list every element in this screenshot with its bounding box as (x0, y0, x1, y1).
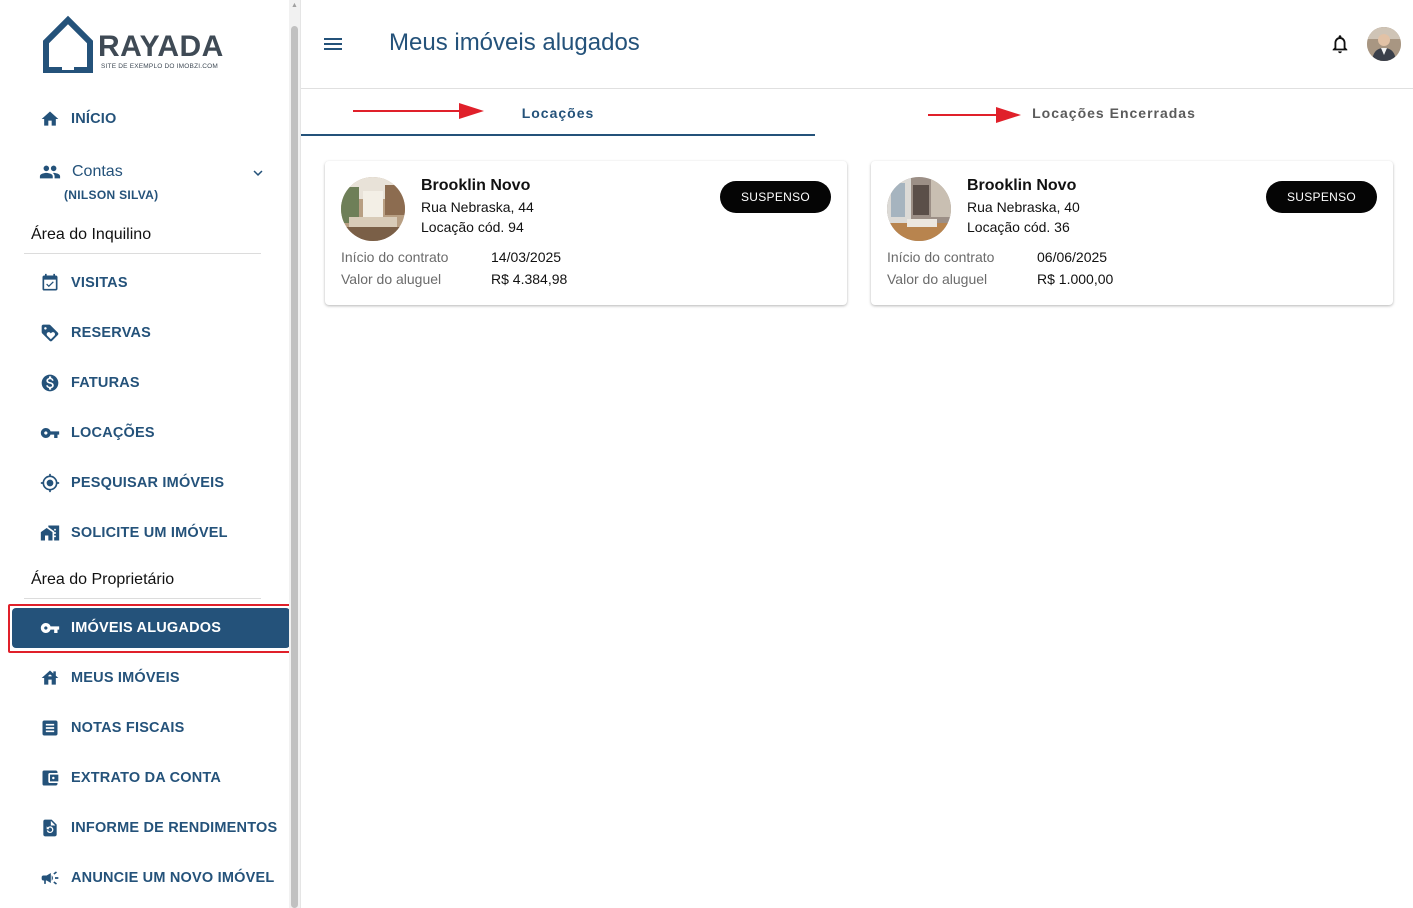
section-proprietario: Área do Proprietário (31, 571, 175, 588)
property-title: Brooklin Novo (967, 177, 1077, 194)
menu-toggle-button[interactable] (321, 32, 345, 56)
contract-start-value: 14/03/2025 (491, 249, 562, 265)
sidebar-item-anuncie-imovel[interactable]: ANUNCIE UM NOVO IMÓVEL (12, 858, 290, 898)
sidebar-item-locacoes[interactable]: LOCAÇÕES (12, 413, 290, 453)
notifications-button[interactable] (1329, 33, 1351, 55)
sidebar-item-label: PESQUISAR IMÓVEIS (71, 475, 225, 491)
contract-start-label: Início do contrato (887, 249, 995, 265)
property-address: Rua Nebraska, 44 (421, 199, 534, 215)
sidebar-item-notas-fiscais[interactable]: NOTAS FISCAIS (12, 708, 290, 748)
sidebar-item-label: LOCAÇÕES (71, 425, 155, 441)
rental-card[interactable]: Brooklin Novo Rua Nebraska, 44 Locação c… (325, 161, 847, 305)
home-icon (39, 108, 61, 130)
bell-icon (1332, 35, 1348, 54)
sidebar-item-solicite-imovel[interactable]: SOLICITE UM IMÓVEL (12, 513, 290, 553)
divider (24, 598, 261, 599)
calendar-check-icon (39, 272, 61, 294)
tab-locacoes-encerradas[interactable]: Locações Encerradas (815, 89, 1413, 137)
annotation-arrow (928, 107, 1021, 123)
sidebar-item-label: VISITAS (71, 275, 128, 291)
sidebar-item-label: FATURAS (71, 375, 140, 391)
sidebar-item-visitas[interactable]: VISITAS (12, 263, 290, 303)
megaphone-icon (39, 867, 61, 889)
sidebar-item-informe-rendimentos[interactable]: INFORME DE RENDIMENTOS (12, 808, 290, 848)
active-tab-indicator (301, 134, 815, 136)
page-title: Meus imóveis alugados (389, 29, 640, 56)
rent-label: Valor do aluguel (887, 271, 988, 287)
sidebar-item-reservas[interactable]: RESERVAS (12, 313, 290, 353)
sidebar-item-pesquisar-imoveis[interactable]: PESQUISAR IMÓVEIS (12, 463, 290, 503)
rent-value: R$ 1.000,00 (1037, 271, 1114, 287)
property-photo (887, 177, 951, 241)
status-badge: SUSPENSO (720, 181, 831, 213)
avatar[interactable] (1367, 27, 1401, 61)
status-badge: SUSPENSO (1266, 181, 1377, 213)
sidebar-item-meus-imoveis[interactable]: MEUS IMÓVEIS (12, 658, 290, 698)
crosshair-icon (39, 472, 61, 494)
house-icon (39, 667, 61, 689)
hamburger-menu-icon (324, 38, 342, 50)
rental-code: Locação cód. 36 (967, 219, 1070, 235)
scroll-up-arrow-icon[interactable]: ▲ (291, 2, 298, 10)
sidebar-item-label: NOTAS FISCAIS (71, 720, 185, 736)
section-inquilino: Área do Inquilino (31, 226, 152, 243)
sidebar-item-label: EXTRATO DA CONTA (71, 770, 222, 786)
sidebar-item-label: MEUS IMÓVEIS (71, 670, 180, 686)
rental-code: Locação cód. 94 (421, 219, 524, 235)
contract-start-label: Início do contrato (341, 249, 449, 265)
document-refresh-icon (39, 817, 61, 839)
contas-user: (NILSON SILVA) (64, 188, 159, 202)
annotation-arrow (353, 103, 484, 119)
sidebar-item-extrato-conta[interactable]: EXTRATO DA CONTA (12, 758, 290, 798)
house-request-icon (39, 522, 61, 544)
contract-start-value: 06/06/2025 (1037, 249, 1108, 265)
receipt-icon (39, 717, 61, 739)
rent-label: Valor do aluguel (341, 271, 442, 287)
property-photo (341, 177, 405, 241)
logo-wordmark: RAYADA (98, 30, 224, 63)
people-icon (39, 165, 61, 179)
rental-card[interactable]: Brooklin Novo Rua Nebraska, 40 Locação c… (871, 161, 1393, 305)
contas-label: Contas (72, 163, 123, 180)
sidebar-item-label: INÍCIO (71, 111, 117, 127)
property-title: Brooklin Novo (421, 177, 531, 194)
sidebar-item-label: IMÓVEIS ALUGADOS (71, 620, 222, 636)
key-icon (39, 422, 61, 444)
sidebar-item-label: SOLICITE UM IMÓVEL (71, 525, 228, 541)
dollar-circle-icon (39, 372, 61, 394)
sidebar-item-faturas[interactable]: FATURAS (12, 363, 290, 403)
app-root: RAYADA SITE DE EXEMPLO DO IMOBZI.COM INÍ… (0, 0, 1413, 908)
sidebar-item-imoveis-alugados[interactable]: IMÓVEIS ALUGADOS (12, 608, 290, 648)
sidebar-item-label: ANUNCIE UM NOVO IMÓVEL (71, 870, 275, 886)
wallet-icon (39, 767, 61, 789)
property-address: Rua Nebraska, 40 (967, 199, 1080, 215)
sidebar: RAYADA SITE DE EXEMPLO DO IMOBZI.COM INÍ… (0, 0, 294, 908)
rent-value: R$ 4.384,98 (491, 271, 568, 287)
key-icon (39, 617, 61, 639)
sidebar-item-label: INFORME DE RENDIMENTOS (71, 820, 278, 836)
sidebar-item-inicio[interactable]: INÍCIO (12, 99, 290, 139)
logo-tagline: SITE DE EXEMPLO DO IMOBZI.COM (101, 63, 219, 70)
chevron-down-icon[interactable] (249, 164, 267, 182)
sidebar-item-contas[interactable]: Contas (NILSON SILVA) (39, 160, 279, 210)
sidebar-item-label: RESERVAS (71, 325, 152, 341)
divider (24, 253, 261, 254)
tag-heart-icon (39, 322, 61, 344)
sidebar-scrollbar-thumb[interactable] (291, 26, 298, 908)
